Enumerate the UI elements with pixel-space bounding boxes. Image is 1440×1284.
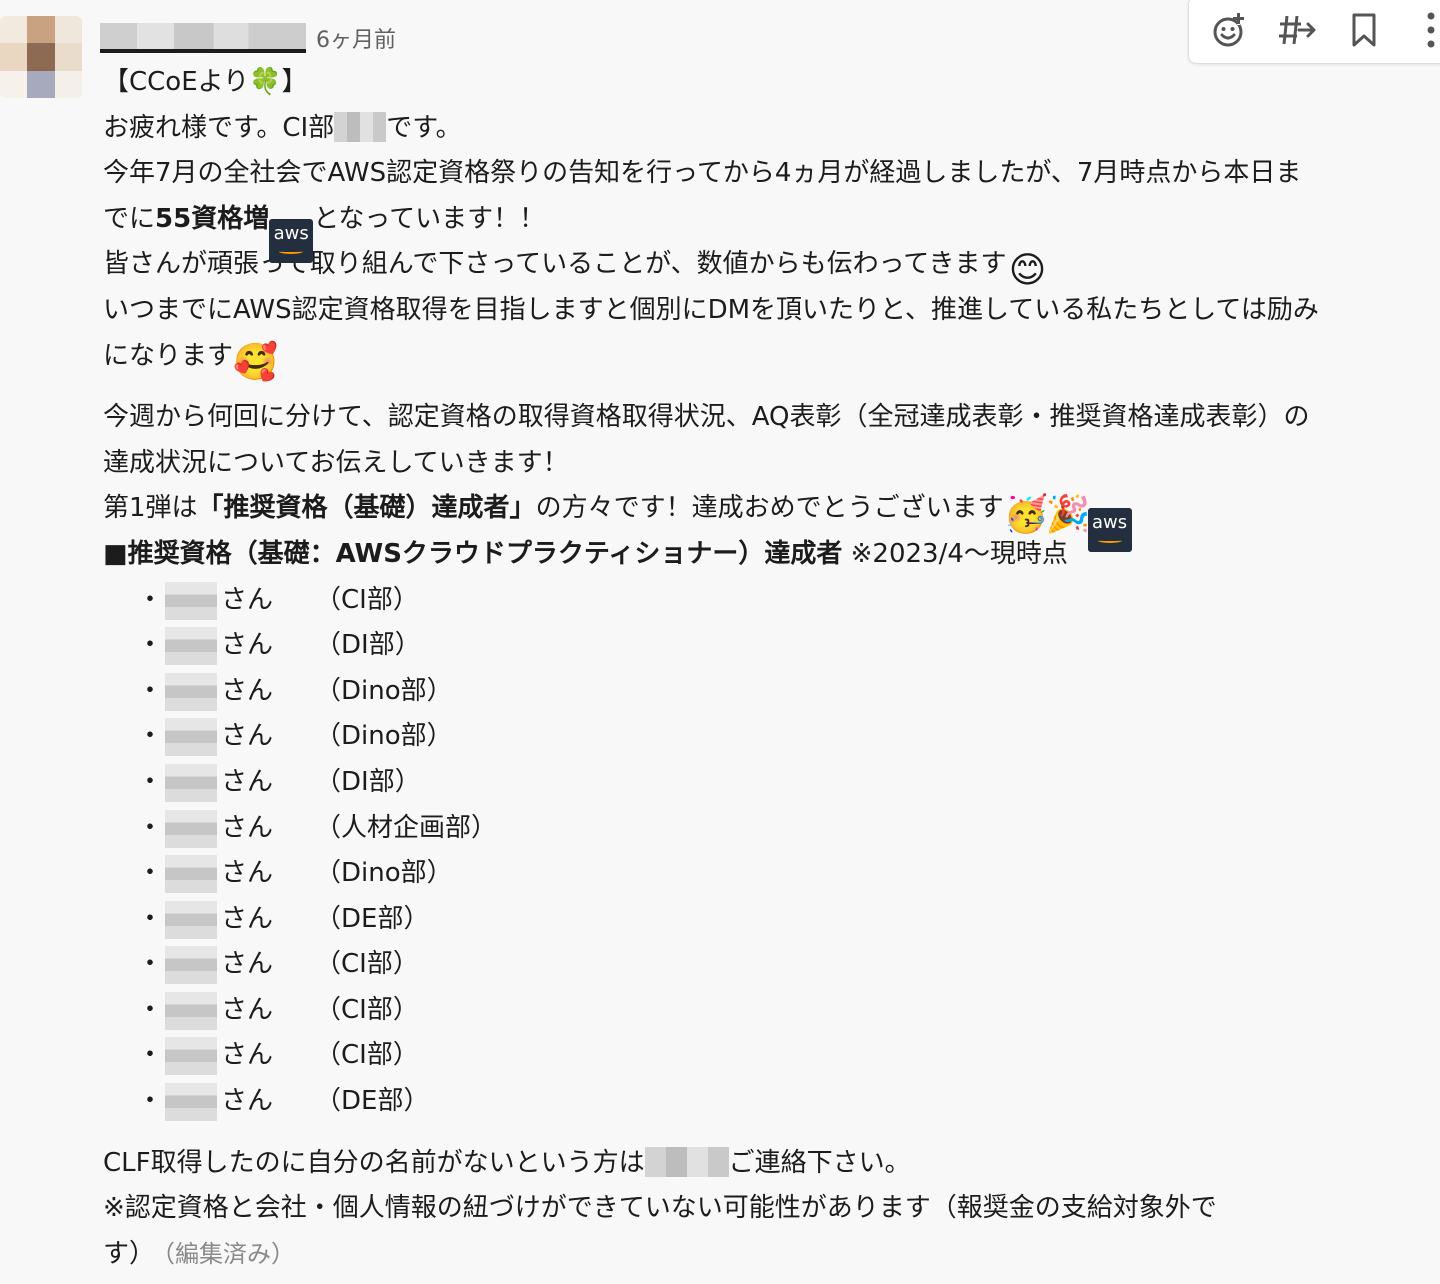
more-icon bbox=[1427, 12, 1434, 48]
message-line: CLF取得したのに自分の名前がないという方は ご連絡下さい。 bbox=[103, 1146, 911, 1178]
list-item: ・ さん （DE部） bbox=[103, 1079, 1440, 1125]
list-item: ・ さん （DI部） bbox=[103, 623, 1440, 669]
forward-icon bbox=[1278, 15, 1315, 45]
message-line: 【CCoEより🍀】 bbox=[103, 67, 308, 97]
department: （DI部） bbox=[315, 630, 421, 661]
party-popper-emoji-icon[interactable]: 🎉 bbox=[1046, 494, 1091, 536]
honorific: さん bbox=[221, 858, 274, 889]
message-line: す） （編集済み） bbox=[103, 1238, 296, 1269]
edited-label: （編集済み） bbox=[163, 1239, 296, 1268]
bullet: ・ bbox=[137, 675, 164, 706]
message-actions-toolbar bbox=[1188, 0, 1440, 64]
list-item: ・ さん （Dino部） bbox=[103, 851, 1440, 897]
bullet: ・ bbox=[137, 812, 164, 843]
aws-emoji-icon[interactable]: aws bbox=[269, 218, 314, 263]
redacted-member-name bbox=[165, 1083, 217, 1122]
department: （CI部） bbox=[315, 994, 419, 1025]
redacted-member-name bbox=[165, 672, 217, 711]
bullet: ・ bbox=[137, 630, 164, 661]
department: （Dino部） bbox=[315, 858, 453, 889]
forward-button[interactable] bbox=[1270, 3, 1323, 57]
avatar[interactable] bbox=[0, 16, 82, 98]
list-item: ・ さん （Dino部） bbox=[103, 669, 1440, 715]
list-item: ・ さん （人材企画部） bbox=[103, 806, 1440, 852]
redacted-member-name bbox=[165, 855, 217, 894]
partying-face-emoji-icon[interactable]: 🥳 bbox=[1004, 494, 1049, 536]
honorific: さん bbox=[221, 721, 274, 752]
member-list: ・さん （CI部）・さん （DI部）・さん （Dino部）・さん （Dino部）・さん（… bbox=[103, 578, 1440, 1125]
bullet: ・ bbox=[137, 584, 164, 615]
message-header: 6ヶ月前 bbox=[100, 18, 396, 58]
redacted-member-name bbox=[165, 900, 217, 939]
message-line: いつまでにAWS認定資格取得を目指しますと個別にDMを頂いたりと、推進している私… bbox=[103, 294, 1319, 325]
message-line: 第1弾は「推奨資格（基礎）達成者」の方々です！達成おめでとうございます🥳🎉aws bbox=[103, 486, 1440, 553]
bullet: ・ bbox=[137, 949, 164, 980]
honorific: さん bbox=[221, 1040, 274, 1071]
redacted-member-name bbox=[165, 581, 217, 620]
redacted-member-name bbox=[165, 627, 217, 666]
message-line: ※認定資格と会社・個人情報の紐づけができていない可能性があります（報奨金の支給対… bbox=[103, 1193, 1217, 1224]
aws-emoji-icon[interactable]: aws bbox=[1087, 508, 1132, 553]
redacted-name bbox=[334, 111, 387, 142]
honorific: さん bbox=[221, 949, 274, 980]
list-item: ・ さん （DI部） bbox=[103, 760, 1440, 806]
redacted-mention bbox=[644, 1146, 729, 1177]
bullet: ・ bbox=[137, 721, 164, 752]
message-line: 今週から何回に分けて、認定資格の取得資格取得状況、AQ表彰（全冠達成表彰・推奨資… bbox=[103, 402, 1310, 433]
honorific: さん bbox=[221, 630, 274, 661]
honorific: さん bbox=[221, 675, 274, 706]
list-item: ・ さん （CI部） bbox=[103, 1033, 1440, 1079]
message-body: 【CCoEより🍀】 お疲れ様です。CI部 です。 今年7月の全社会でAWS認定資格… bbox=[103, 60, 1440, 1277]
redacted-member-name bbox=[165, 718, 217, 757]
message-line: お疲れ様です。CI部 です。 bbox=[103, 111, 462, 143]
honorific: さん bbox=[221, 994, 274, 1025]
smiling-face-with-hearts-emoji-icon[interactable]: 🥰 bbox=[233, 342, 278, 384]
department: （DE部） bbox=[315, 1086, 430, 1117]
bullet: ・ bbox=[137, 994, 164, 1025]
honorific: さん bbox=[221, 766, 274, 797]
department: （人材企画部） bbox=[315, 812, 498, 843]
message-line: になります🥰 bbox=[103, 340, 278, 383]
bullet: ・ bbox=[137, 858, 164, 889]
bullet: ・ bbox=[137, 1040, 164, 1071]
department: （CI部） bbox=[315, 949, 419, 980]
bullet: ・ bbox=[137, 903, 164, 934]
bullet: ・ bbox=[137, 766, 164, 797]
department: （CI部） bbox=[315, 584, 419, 615]
smiling-face-emoji-icon[interactable]: 😊 bbox=[1007, 250, 1049, 292]
add-reaction-icon bbox=[1213, 13, 1244, 47]
honorific: さん bbox=[221, 1086, 274, 1117]
message-line: でに55資格増 aws となっています！！ bbox=[103, 197, 1440, 263]
author-name-redacted[interactable] bbox=[100, 23, 306, 53]
add-reaction-button[interactable] bbox=[1203, 3, 1256, 57]
list-item: ・ さん （CI部） bbox=[103, 942, 1440, 988]
list-item: ・ さん （CI部） bbox=[103, 578, 1440, 624]
more-actions-button[interactable] bbox=[1404, 3, 1440, 57]
bookmark-icon bbox=[1352, 13, 1375, 47]
redacted-member-name bbox=[165, 809, 217, 848]
bookmark-button[interactable] bbox=[1337, 3, 1390, 57]
department: （Dino部） bbox=[315, 675, 453, 706]
message-line: ■推奨資格（基礎：AWSクラウドプラクティショナー）達成者 ※2023/4〜現時… bbox=[103, 538, 1068, 569]
bullet: ・ bbox=[137, 1086, 164, 1117]
redacted-member-name bbox=[165, 946, 217, 985]
list-item: ・ さん （CI部） bbox=[103, 988, 1440, 1034]
department: （DI部） bbox=[315, 766, 421, 797]
timestamp[interactable]: 6ヶ月前 bbox=[316, 22, 396, 54]
department: （CI部） bbox=[315, 1040, 419, 1071]
redacted-member-name bbox=[165, 763, 217, 802]
list-item: ・ さん （Dino部） bbox=[103, 714, 1440, 760]
redacted-member-name bbox=[165, 1037, 217, 1076]
redacted-member-name bbox=[165, 991, 217, 1030]
department: （DE部） bbox=[315, 903, 430, 934]
message-line: 達成状況についてお伝えしていきます！ bbox=[103, 447, 569, 478]
honorific: さん bbox=[221, 812, 274, 843]
list-item: ・ さん （DE部） bbox=[103, 897, 1440, 943]
message-line: 今年7月の全社会でAWS認定資格祭りの告知を行ってから4ヵ月が経過しましたが、7… bbox=[103, 158, 1302, 189]
honorific: さん bbox=[221, 584, 274, 615]
honorific: さん bbox=[221, 903, 274, 934]
department: （Dino部） bbox=[315, 721, 453, 752]
